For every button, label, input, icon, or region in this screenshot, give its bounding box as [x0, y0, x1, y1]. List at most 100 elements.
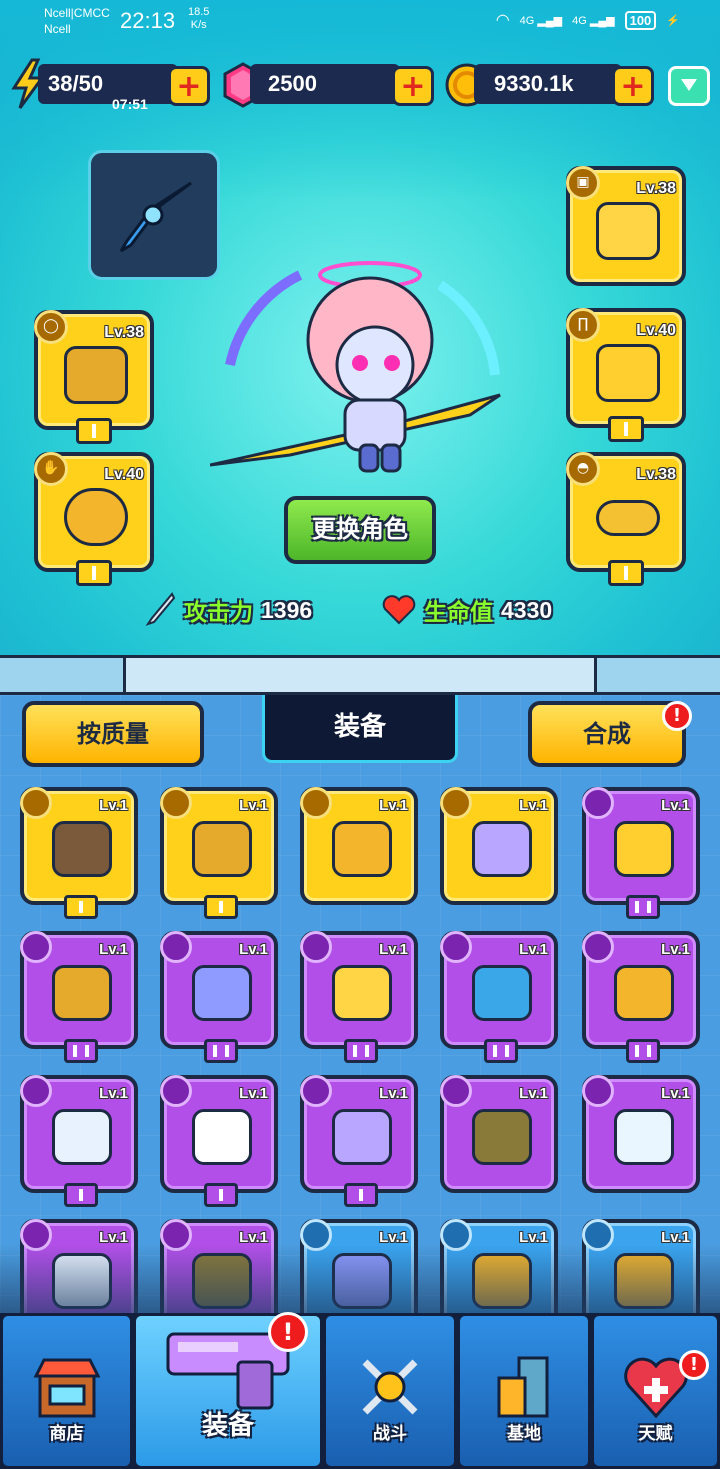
- coin-plus-button[interactable]: +: [612, 66, 654, 106]
- vest-type-icon: [20, 1075, 52, 1107]
- equipped-shoes-slot[interactable]: ◓ Lv.38: [566, 452, 686, 586]
- scarf-icon: [192, 821, 252, 877]
- upgrade-arrow-icon: [608, 416, 644, 442]
- equipped-pants-slot[interactable]: ∏ Lv.40: [566, 308, 686, 442]
- item-level: Lv.1: [239, 1229, 268, 1246]
- wifi-icon: ◠: [495, 12, 510, 29]
- signal-icon-2: 4G ▂▄▆: [572, 14, 615, 27]
- item-level: Lv.1: [239, 797, 268, 814]
- heart-icon: [382, 595, 416, 625]
- slot-level: Lv.38: [636, 466, 676, 483]
- equipped-armor-slot[interactable]: ▣ Lv.38: [566, 166, 686, 286]
- gem-value: 2500: [268, 71, 317, 96]
- equipped-necklace-slot[interactable]: ◯ Lv.38: [34, 310, 154, 444]
- inventory-item[interactable]: Lv.1: [160, 787, 278, 919]
- building-icon: [497, 1356, 549, 1418]
- scarf-type-icon: [20, 931, 52, 963]
- hiking-boot-icon: [472, 1109, 532, 1165]
- battery-icon: 100: [624, 10, 657, 30]
- nav-base-label: 基地: [507, 1424, 541, 1444]
- nav-shop[interactable]: 商店: [0, 1313, 133, 1469]
- equipped-gloves-slot[interactable]: ✋ Lv.40: [34, 452, 154, 586]
- dropdown-menu-button[interactable]: [668, 66, 710, 106]
- nav-equip-label: 装备: [201, 1411, 254, 1441]
- inventory-item[interactable]: Lv.1: [160, 931, 278, 1063]
- inventory-item[interactable]: Lv.1: [300, 787, 418, 905]
- nav-equip[interactable]: 装备 !: [133, 1312, 323, 1469]
- shirt-icon: [596, 202, 660, 260]
- upgrade-arrow-icon: [64, 1183, 98, 1207]
- energy-timer: 07:51: [112, 96, 148, 112]
- hp-label: 生命值: [424, 600, 493, 626]
- inventory-item[interactable]: Lv.1: [582, 1075, 700, 1193]
- item-level: Lv.1: [519, 797, 548, 814]
- status-icons: ◠ 4G ▂▄▆ 4G ▂▄▆ 100 ⚡: [496, 10, 680, 30]
- coin-counter: 9330.1k: [474, 64, 622, 104]
- boot-icon: [332, 1109, 392, 1165]
- item-level: Lv.1: [99, 1229, 128, 1246]
- change-character-button[interactable]: 更换角色: [284, 496, 436, 564]
- gauntlet-type-icon: [160, 931, 192, 963]
- shoes-type-icon: ◓: [566, 452, 600, 486]
- boot-type-icon: [300, 1075, 332, 1107]
- shirt-icon: [332, 965, 392, 1021]
- upgrade-arrow-icon: [204, 1039, 238, 1063]
- inventory-item[interactable]: Lv.1: [440, 931, 558, 1063]
- hp-value: 4330: [501, 596, 553, 623]
- inventory-item[interactable]: Lv.1: [440, 787, 558, 905]
- shorts-icon: [596, 344, 660, 402]
- crossed-swords-icon: [362, 1359, 418, 1415]
- inventory-item[interactable]: Lv.1: [300, 1075, 418, 1207]
- item-level: Lv.1: [379, 941, 408, 958]
- bottom-navigation: 商店 装备 ! 战斗 基地 天赋 !: [0, 1312, 720, 1469]
- upgrade-arrow-icon: [344, 1039, 378, 1063]
- upgrade-arrow-icon: [76, 560, 112, 586]
- necklace-type-icon: ◯: [34, 310, 68, 344]
- glove-icon: [614, 965, 674, 1021]
- vest-icon: [52, 1109, 112, 1165]
- inventory-item[interactable]: Lv.1: [20, 787, 138, 919]
- upgrade-arrow-icon: [626, 1039, 660, 1063]
- status-bar: Ncell|CMCC Ncell 22:13 18.5 K/s ◠ 4G ▂▄▆…: [0, 0, 720, 44]
- hiking-boot-type-icon: [440, 1075, 472, 1107]
- weapon-slot[interactable]: [88, 150, 220, 280]
- inventory-item[interactable]: Lv.1: [582, 787, 700, 919]
- sort-by-quality-button[interactable]: 按质量: [22, 701, 204, 767]
- scarf-type-icon: [160, 787, 192, 819]
- sock-type-icon: [160, 1075, 192, 1107]
- nav-base[interactable]: 基地: [457, 1313, 591, 1469]
- inventory-item[interactable]: Lv.1: [20, 931, 138, 1063]
- nav-battle[interactable]: 战斗: [323, 1313, 457, 1469]
- inventory-panel: 按质量 装备 合成 ! Lv.1 Lv.1 Lv.1 Lv.1 Lv.1 Lv.1 Lv.1…: [0, 695, 720, 1315]
- inventory-item[interactable]: Lv.1: [160, 1075, 278, 1207]
- energy-counter: 38/50: [38, 64, 178, 104]
- shorts-type-icon: [582, 787, 614, 819]
- item-level: Lv.1: [519, 1085, 548, 1102]
- gem-plus-button[interactable]: +: [392, 66, 434, 106]
- network-speed: 18.5 K/s: [188, 6, 209, 32]
- inventory-item[interactable]: Lv.1: [440, 1075, 558, 1193]
- item-level: Lv.1: [239, 941, 268, 958]
- nav-shop-label: 商店: [49, 1424, 84, 1444]
- pants-type-icon: ∏: [566, 308, 600, 342]
- glove-type-icon: [582, 931, 614, 963]
- briefs-type-icon: [582, 1075, 614, 1107]
- character-avatar: [210, 261, 501, 473]
- nav-talent-label: 天赋: [638, 1424, 673, 1444]
- carrier-2: Ncell: [44, 22, 71, 36]
- kunai-weapon-icon: [119, 181, 192, 253]
- inventory-item[interactable]: Lv.1: [20, 1075, 138, 1207]
- item-level: Lv.1: [379, 1229, 408, 1246]
- necklace-type-icon: [440, 931, 472, 963]
- inventory-item[interactable]: Lv.1: [582, 931, 700, 1063]
- nav-talent[interactable]: 天赋 !: [591, 1313, 720, 1469]
- item-level: Lv.1: [239, 1085, 268, 1102]
- energy-plus-button[interactable]: +: [168, 66, 210, 106]
- item-level: Lv.1: [519, 941, 548, 958]
- gauntlet-icon: [192, 965, 252, 1021]
- equip-alert-badge: !: [268, 1312, 308, 1352]
- slot-level: Lv.40: [636, 322, 676, 339]
- attack-stat: 攻击力 1396: [142, 592, 312, 628]
- necklace-icon: [472, 965, 532, 1021]
- inventory-item[interactable]: Lv.1: [300, 931, 418, 1063]
